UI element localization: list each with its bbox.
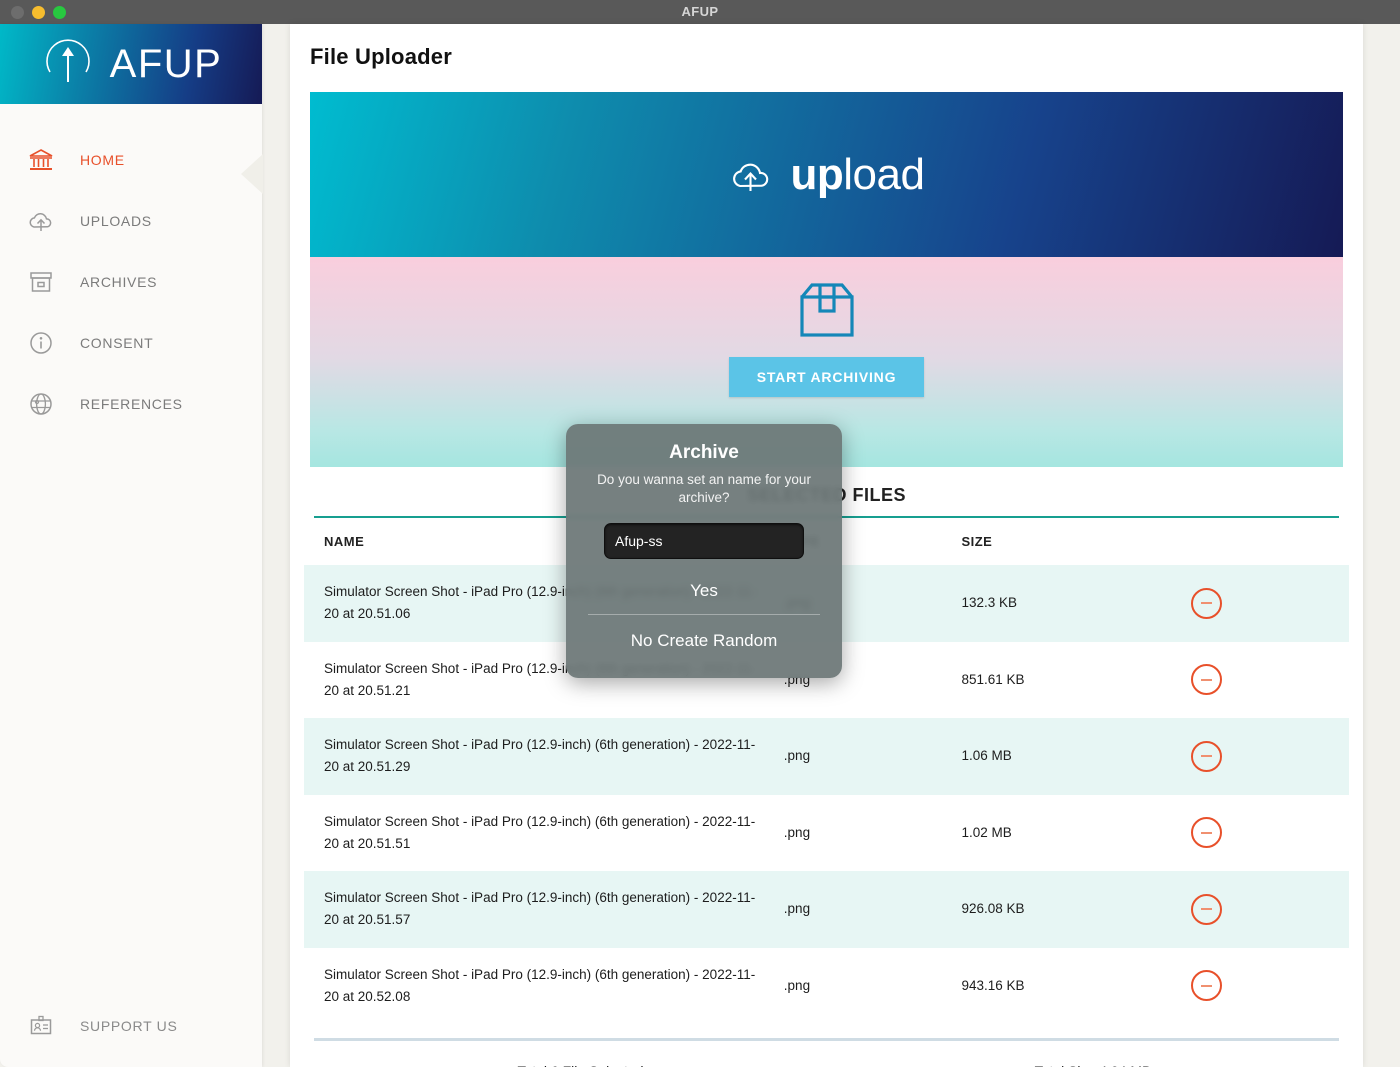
- upload-word-light: load: [843, 149, 925, 199]
- sidebar-item-label: SUPPORT US: [80, 1018, 178, 1034]
- remove-file-button[interactable]: [1191, 893, 1223, 925]
- cell-file-type: .png: [783, 824, 811, 840]
- cell-file-type: .png: [783, 748, 811, 764]
- cell-action: [1171, 871, 1349, 948]
- sidebar-item-consent[interactable]: CONSENT: [0, 321, 262, 365]
- upload-word-bold: up: [790, 149, 844, 199]
- cell-file-size: 926.08 KB: [961, 901, 1025, 917]
- minus-icon: [1201, 984, 1213, 987]
- sidebar-item-archives[interactable]: ARCHIVES: [0, 260, 262, 304]
- minus-icon: [1201, 908, 1213, 911]
- minus-icon: [1201, 678, 1213, 681]
- archive-name-dialog: Archive Do you wanna set an name for you…: [566, 424, 842, 679]
- archive-name-input[interactable]: [604, 523, 804, 560]
- dialog-confirm-button[interactable]: Yes: [566, 565, 842, 614]
- total-files-size: Total Size 4.94 MB: [847, 1063, 1339, 1067]
- package-box-icon: [799, 283, 854, 337]
- sidebar-item-home[interactable]: HOME: [0, 138, 262, 182]
- app-window: AFUP AFUP HOME UPLOADS ARCHIVES CONSENT …: [0, 0, 1400, 1067]
- sidebar-item-uploads[interactable]: UPLOADS: [0, 199, 262, 243]
- cell-action: [1171, 795, 1349, 872]
- minus-icon: [1201, 831, 1213, 834]
- cell-file-size: 943.16 KB: [961, 977, 1025, 993]
- table-row: Simulator Screen Shot - iPad Pro (12.9-i…: [304, 871, 1349, 948]
- app-logo: AFUP: [0, 24, 262, 104]
- cell-action: [1171, 642, 1349, 719]
- sidebar-item-support-us[interactable]: SUPPORT US: [0, 1011, 178, 1041]
- cell-file-type: .png: [783, 977, 811, 993]
- window-title: AFUP: [681, 4, 719, 19]
- cloud-upload-icon: [732, 163, 768, 191]
- table-row: Simulator Screen Shot - iPad Pro (12.9-i…: [304, 795, 1349, 872]
- table-row: Simulator Screen Shot - iPad Pro (12.9-i…: [304, 718, 1349, 795]
- totals-bar: Total 6 File Selected Total Size 4.94 MB: [304, 1041, 1349, 1067]
- minus-icon: [1201, 602, 1213, 605]
- sidebar-item-label: UPLOADS: [80, 213, 152, 229]
- sidebar: AFUP HOME UPLOADS ARCHIVES CONSENT REFER…: [0, 24, 262, 1067]
- dialog-subtitle: Do you wanna set an name for your archiv…: [597, 472, 811, 506]
- remove-file-button[interactable]: [1191, 740, 1223, 772]
- id-card-icon: [26, 1011, 56, 1041]
- table-row: Simulator Screen Shot - iPad Pro (12.9-i…: [304, 948, 1349, 1025]
- page-title: File Uploader: [310, 44, 452, 69]
- cell-file-name: Simulator Screen Shot - iPad Pro (12.9-i…: [324, 813, 756, 851]
- cell-file-size: 1.06 MB: [961, 748, 1012, 764]
- upload-wordmark: upload: [791, 150, 925, 200]
- cell-action: [1171, 948, 1349, 1025]
- remove-file-button[interactable]: [1191, 817, 1223, 849]
- column-header-size: SIZE: [961, 534, 993, 549]
- afup-arrow-circle-icon: [45, 39, 90, 82]
- sidebar-item-label: HOME: [80, 152, 125, 168]
- remove-file-button[interactable]: [1191, 664, 1223, 696]
- sidebar-item-references[interactable]: REFERENCES: [0, 382, 262, 426]
- info-circle-icon: [26, 328, 56, 358]
- cell-file-name: Simulator Screen Shot - iPad Pro (12.9-i…: [324, 890, 756, 928]
- column-header-action: [1171, 518, 1349, 565]
- dialog-decline-button[interactable]: No Create Random: [566, 615, 842, 664]
- upload-banner: upload: [310, 92, 1343, 257]
- window-titlebar: AFUP: [0, 0, 1400, 24]
- sidebar-item-label: REFERENCES: [80, 396, 183, 412]
- cell-file-type: .png: [783, 901, 811, 917]
- cell-file-name: Simulator Screen Shot - iPad Pro (12.9-i…: [324, 737, 756, 775]
- sidebar-nav: HOME UPLOADS ARCHIVES CONSENT REFERENCES: [0, 138, 262, 426]
- cell-file-size: 132.3 KB: [961, 595, 1017, 611]
- cell-file-name: Simulator Screen Shot - iPad Pro (12.9-i…: [324, 966, 756, 1004]
- cell-file-size: 851.61 KB: [961, 671, 1025, 687]
- logo-text: AFUP: [109, 41, 223, 86]
- total-files-count: Total 6 File Selected: [314, 1063, 847, 1067]
- sidebar-item-label: ARCHIVES: [80, 274, 158, 290]
- cell-action: [1171, 565, 1349, 642]
- cell-action: [1171, 718, 1349, 795]
- minus-icon: [1201, 755, 1213, 758]
- start-archiving-button[interactable]: START ARCHIVING: [728, 357, 925, 397]
- archive-box-icon: [26, 267, 56, 297]
- remove-file-button[interactable]: [1191, 587, 1223, 619]
- cloud-upload-icon: [26, 206, 56, 236]
- sidebar-item-label: CONSENT: [80, 335, 154, 351]
- globe-icon: [26, 389, 56, 419]
- remove-file-button[interactable]: [1191, 970, 1223, 1002]
- dialog-title: Archive: [669, 442, 739, 463]
- cell-file-size: 1.02 MB: [961, 824, 1012, 840]
- bank-icon: [26, 145, 56, 175]
